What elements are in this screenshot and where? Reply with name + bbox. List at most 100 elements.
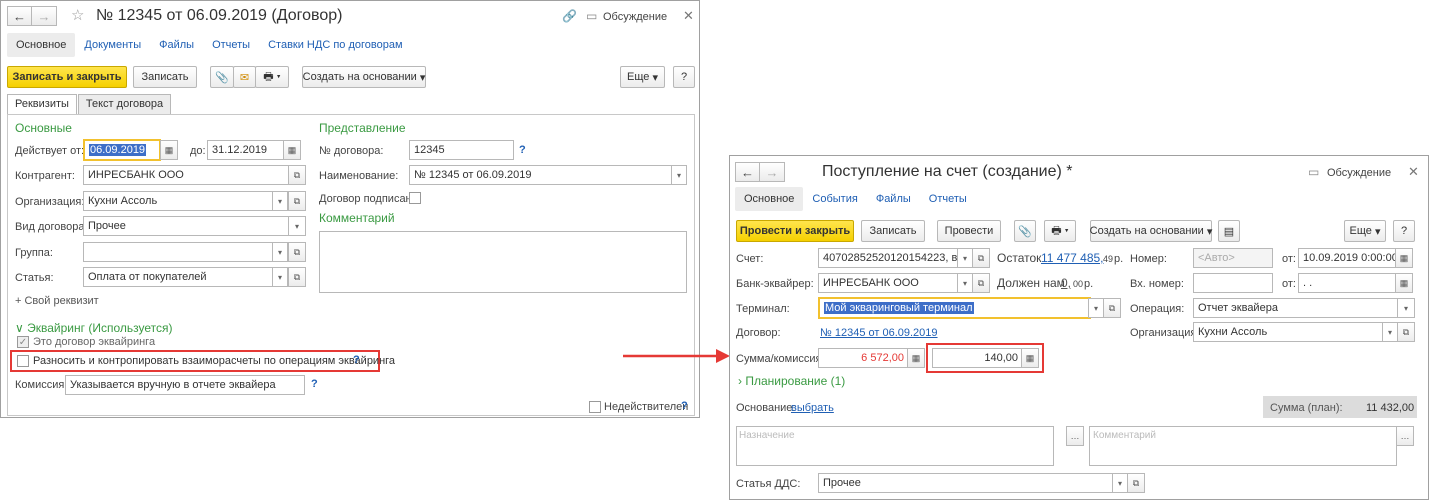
forward-arrow-icon[interactable]: →	[760, 162, 785, 182]
close-icon[interactable]: ✕	[1408, 164, 1419, 180]
save-close-button[interactable]: Записать и закрыть	[7, 66, 127, 88]
star-icon[interactable]: ☆	[71, 6, 84, 24]
sum-field[interactable]: 6 572,00	[818, 348, 908, 368]
open-icon[interactable]: ⧉	[288, 191, 306, 211]
open-icon[interactable]: ⧉	[288, 242, 306, 262]
chevron-down-icon[interactable]: ▾	[272, 242, 288, 262]
tab-reports[interactable]: Отчеты	[203, 33, 259, 57]
post-close-button[interactable]: Провести и закрыть	[736, 220, 854, 242]
contract-no-field[interactable]: 12345	[409, 140, 514, 160]
attach-icon[interactable]: 📎	[210, 66, 234, 88]
section-planning[interactable]: › Планирование (1)	[738, 374, 845, 388]
save-button[interactable]: Записать	[861, 220, 925, 242]
valid-from-field[interactable]: 06.09.2019	[83, 139, 161, 161]
date-field[interactable]: 10.09.2019 0:00:00	[1298, 248, 1396, 268]
save-button[interactable]: Записать	[133, 66, 197, 88]
help-icon[interactable]: ?	[681, 400, 688, 412]
tab-files[interactable]: Файлы	[867, 187, 920, 211]
calendar-icon[interactable]: ▦	[1395, 248, 1413, 268]
invalid-checkbox[interactable]	[589, 401, 601, 413]
open-icon[interactable]: ⧉	[1397, 322, 1415, 342]
calculator-icon[interactable]: ▦	[1021, 348, 1039, 368]
attach-icon[interactable]: 📎	[1014, 220, 1036, 242]
help-button[interactable]: ?	[1393, 220, 1415, 242]
tab-events[interactable]: События	[803, 187, 866, 211]
chevron-down-icon[interactable]: ▾	[288, 216, 306, 236]
open-icon[interactable]: ⧉	[972, 248, 990, 268]
tab-vat-rates[interactable]: Ставки НДС по договорам	[259, 33, 411, 57]
chevron-down-icon[interactable]: ▾	[1397, 298, 1415, 318]
commission-field[interactable]: 140,00	[932, 348, 1022, 368]
signed-checkbox[interactable]	[409, 192, 421, 204]
article-field[interactable]: Оплата от покупателей	[83, 267, 273, 287]
contract-link[interactable]: № 12345 от 06.09.2019	[820, 327, 938, 339]
calendar-icon[interactable]: ▦	[1395, 273, 1413, 293]
tab-contract-text[interactable]: Текст договора	[77, 94, 172, 115]
mail-icon[interactable]: ✉	[233, 66, 256, 88]
back-arrow-icon[interactable]: ←	[735, 162, 760, 182]
help-button[interactable]: ?	[673, 66, 695, 88]
acquiring-contract-checkbox[interactable]: ✓	[17, 336, 29, 348]
group-field[interactable]	[83, 242, 273, 262]
calculator-icon[interactable]: ▦	[907, 348, 925, 368]
help-icon[interactable]: ?	[311, 378, 318, 390]
calendar-icon[interactable]: ▦	[160, 140, 178, 160]
name-field[interactable]: № 12345 от 06.09.2019	[409, 165, 672, 185]
org-field[interactable]: Кухни Ассоль	[83, 191, 273, 211]
in-number-field[interactable]	[1193, 273, 1273, 293]
discussion-label[interactable]: Обсуждение	[603, 11, 667, 23]
dds-field[interactable]: Прочее	[818, 473, 1113, 493]
section-acquiring[interactable]: ∨ Эквайринг (Используется)	[15, 321, 173, 335]
more-button[interactable]: Еще ▾	[1344, 220, 1386, 242]
discussion-icon[interactable]: ▭	[586, 9, 597, 23]
discussion-icon[interactable]: ▭	[1308, 165, 1319, 179]
chevron-down-icon[interactable]: ▾	[957, 248, 973, 268]
more-dots-icon[interactable]: …	[1066, 426, 1084, 446]
open-icon[interactable]: ⧉	[288, 165, 306, 185]
calendar-icon[interactable]: ▦	[283, 140, 301, 160]
tab-requisites[interactable]: Реквизиты	[7, 94, 77, 115]
in-date-field[interactable]: . .	[1298, 273, 1396, 293]
chevron-down-icon[interactable]: ▾	[272, 191, 288, 211]
forward-arrow-icon[interactable]: →	[32, 6, 57, 26]
open-icon[interactable]: ⧉	[1127, 473, 1145, 493]
discussion-label[interactable]: Обсуждение	[1327, 167, 1391, 179]
tab-main[interactable]: Основное	[735, 187, 804, 211]
open-icon[interactable]: ⧉	[1103, 298, 1121, 318]
help-icon[interactable]: ?	[353, 354, 360, 366]
more-dots-icon[interactable]: …	[1396, 426, 1414, 446]
basis-select-link[interactable]: выбрать	[791, 402, 834, 414]
operation-field[interactable]: Отчет эквайера	[1193, 298, 1398, 318]
owed-value[interactable]: 0,	[1061, 276, 1071, 290]
tab-documents[interactable]: Документы	[75, 33, 150, 57]
add-custom-prop-link[interactable]: + Свой реквизит	[15, 295, 99, 307]
bank-field[interactable]: ИНРЕСБАНК ООО	[818, 273, 958, 293]
help-icon[interactable]: ?	[519, 144, 526, 156]
post-button[interactable]: Провести	[937, 220, 1001, 242]
close-icon[interactable]: ✕	[683, 8, 694, 24]
account-field[interactable]: 40702852520120154223, в 044	[818, 248, 958, 268]
comment-textarea[interactable]	[319, 231, 687, 293]
org-field[interactable]: Кухни Ассоль	[1193, 322, 1383, 342]
commission-field[interactable]: Указывается вручную в отчете эквайера	[65, 375, 305, 395]
terminal-field[interactable]: Мой экваринговый терминал	[818, 297, 1091, 319]
distribute-checkbox[interactable]	[17, 355, 29, 367]
print-icon[interactable]: 🖶 ▾	[1044, 220, 1076, 242]
chevron-down-icon[interactable]: ▾	[1088, 298, 1104, 318]
tab-main[interactable]: Основное	[7, 33, 76, 57]
balance-value[interactable]: 11 477 485,	[1041, 251, 1104, 265]
open-icon[interactable]: ⧉	[972, 273, 990, 293]
link-icon[interactable]: 🔗	[562, 9, 577, 23]
chevron-down-icon[interactable]: ▾	[957, 273, 973, 293]
print-icon[interactable]: 🖶 ▾	[255, 66, 289, 88]
create-based-button[interactable]: Создать на основании ▾	[302, 66, 426, 88]
counterparty-field[interactable]: ИНРЕСБАНК ООО	[83, 165, 289, 185]
tab-reports[interactable]: Отчеты	[920, 187, 976, 211]
more-button[interactable]: Еще ▾	[620, 66, 665, 88]
open-icon[interactable]: ⧉	[288, 267, 306, 287]
number-field[interactable]: <Авто>	[1193, 248, 1273, 268]
valid-to-field[interactable]: 31.12.2019	[207, 140, 284, 160]
tab-files[interactable]: Файлы	[150, 33, 203, 57]
back-arrow-icon[interactable]: ←	[7, 6, 32, 26]
chevron-down-icon[interactable]: ▾	[272, 267, 288, 287]
